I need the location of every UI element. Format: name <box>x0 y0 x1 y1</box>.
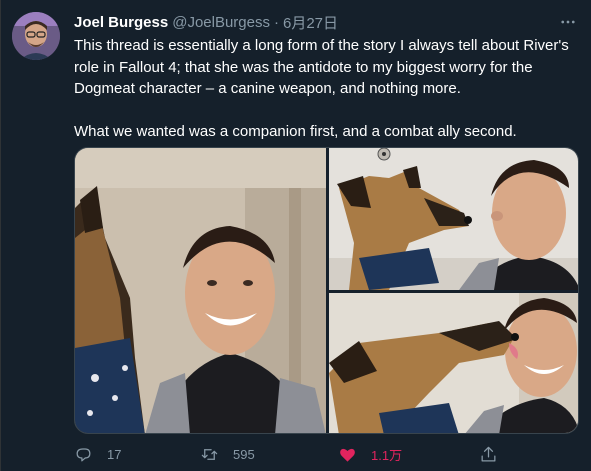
author-handle[interactable]: @JoelBurgess <box>172 14 270 31</box>
tweet-paragraph-1: This thread is essentially a long form o… <box>74 37 569 97</box>
reply-icon <box>74 445 93 464</box>
avatar-image <box>12 12 60 60</box>
header-separator: · <box>274 13 279 31</box>
share-icon <box>479 445 498 464</box>
media-photo-1[interactable] <box>75 148 326 433</box>
tweet-date[interactable]: 6月27日 <box>283 12 338 33</box>
share-button[interactable] <box>479 442 498 466</box>
tweet-card[interactable]: Joel Burgess @JoelBurgess · 6月27日 This t… <box>0 0 591 471</box>
like-count: 1.1万 <box>371 447 403 463</box>
like-button[interactable]: 1.1万 <box>338 442 402 466</box>
author-name[interactable]: Joel Burgess <box>74 14 168 31</box>
reply-count: 17 <box>107 446 122 462</box>
avatar[interactable] <box>12 12 60 60</box>
media-grid <box>74 147 579 434</box>
timeline-divider <box>0 0 1 471</box>
tweet-text: This thread is essentially a long form o… <box>74 35 574 142</box>
retweet-icon <box>200 445 219 464</box>
retweet-count: 595 <box>233 446 255 462</box>
reply-button[interactable]: 17 <box>74 442 121 466</box>
tweet-paragraph-2: What we wanted was a companion first, an… <box>74 122 517 140</box>
heart-icon <box>338 445 357 464</box>
retweet-button[interactable]: 595 <box>200 442 255 466</box>
media-photo-2[interactable] <box>329 148 578 290</box>
tweet-header: Joel Burgess @JoelBurgess · 6月27日 <box>74 12 338 32</box>
action-bar: 17 595 1.1万 <box>74 442 579 466</box>
more-horizontal-icon[interactable] <box>556 10 580 34</box>
media-photo-3[interactable] <box>329 293 578 433</box>
